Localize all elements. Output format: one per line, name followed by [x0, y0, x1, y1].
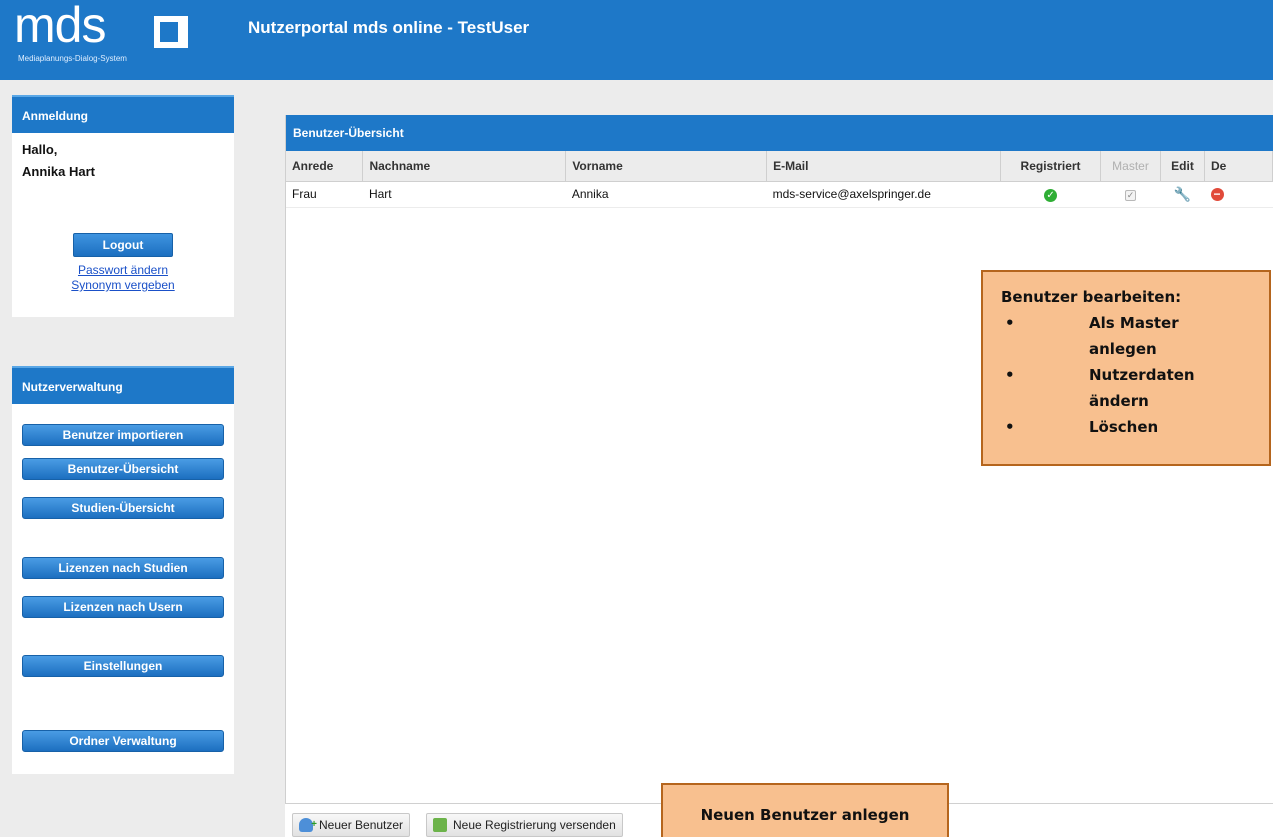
user-management-panel: Nutzerverwaltung Benutzer importieren Be…: [12, 366, 234, 774]
greeting-text: Hallo,: [22, 142, 58, 157]
nav-licenses-by-study-button[interactable]: Lizenzen nach Studien: [22, 557, 224, 579]
col-header-registriert[interactable]: Registriert: [1000, 151, 1102, 182]
check-circle-icon: ✓: [1044, 188, 1058, 202]
edit-callout-item: Löschen: [1001, 414, 1246, 440]
nav-settings-button[interactable]: Einstellungen: [22, 655, 224, 677]
table-row[interactable]: Frau Hart Annika mds-service@axelspringe…: [286, 181, 1273, 208]
send-registration-button[interactable]: Neue Registrierung versenden: [426, 813, 623, 837]
new-user-label: Neuer Benutzer: [319, 818, 404, 832]
col-header-vorname[interactable]: Vorname: [565, 151, 768, 182]
cell-delete: −: [1204, 181, 1273, 208]
user-management-heading: Nutzerverwaltung: [12, 366, 234, 404]
cell-master: ✓: [1100, 181, 1161, 208]
cell-edit: 🔧: [1160, 181, 1205, 208]
edit-callout-item: Nutzerdaten ändern: [1001, 362, 1246, 414]
send-registration-label: Neue Registrierung versenden: [453, 818, 616, 832]
nav-licenses-by-user-button[interactable]: Lizenzen nach Usern: [22, 596, 224, 618]
logo-mark-icon: [154, 16, 188, 48]
cell-vorname: Annika: [565, 181, 767, 208]
cell-anrede: Frau: [286, 181, 363, 208]
app-header: mds Mediaplanungs-Dialog-System Nutzerpo…: [0, 0, 1273, 80]
logout-button[interactable]: Logout: [73, 233, 173, 257]
mail-send-icon: [433, 818, 447, 832]
edit-user-callout: Benutzer bearbeiten: Als Master anlegen …: [981, 270, 1271, 466]
col-header-delete: De: [1204, 151, 1273, 182]
user-overview-panel: Benutzer-Übersicht Anrede Nachname Vorna…: [285, 115, 1273, 837]
edit-callout-item: Als Master anlegen: [1001, 310, 1246, 362]
cell-registriert: ✓: [1000, 181, 1101, 208]
user-overview-heading: Benutzer-Übersicht: [286, 115, 1273, 151]
nav-user-overview-button[interactable]: Benutzer-Übersicht: [22, 458, 224, 480]
master-checkbox-icon[interactable]: ✓: [1125, 190, 1137, 201]
nav-folder-management-button[interactable]: Ordner Verwaltung: [22, 730, 224, 752]
cell-nachname: Hart: [362, 181, 566, 208]
login-panel-heading: Anmeldung: [12, 95, 234, 133]
mds-logo: mds Mediaplanungs-Dialog-System: [12, 0, 202, 64]
login-panel: Anmeldung Hallo, Annika Hart Logout Pass…: [12, 95, 234, 317]
user-table: Anrede Nachname Vorname E-Mail Registrie…: [286, 151, 1273, 208]
logo-subtitle: Mediaplanungs-Dialog-System: [18, 54, 127, 63]
col-header-edit: Edit: [1160, 151, 1205, 182]
edit-callout-title: Benutzer bearbeiten:: [1001, 288, 1182, 306]
add-user-icon: [299, 814, 317, 836]
edit-callout-list: Als Master anlegen Nutzerdaten ändern Lö…: [1001, 310, 1269, 440]
col-header-nachname[interactable]: Nachname: [362, 151, 567, 182]
user-name: Annika Hart: [22, 164, 95, 179]
nav-study-overview-button[interactable]: Studien-Übersicht: [22, 497, 224, 519]
wrench-icon[interactable]: 🔧: [1174, 186, 1191, 202]
table-header-row: Anrede Nachname Vorname E-Mail Registrie…: [286, 151, 1273, 182]
delete-circle-icon[interactable]: −: [1210, 188, 1224, 201]
logo-text: mds: [14, 0, 106, 53]
cell-email: mds-service@axelspringer.de: [766, 181, 1001, 208]
new-user-button[interactable]: Neuer Benutzer: [292, 813, 411, 837]
nav-import-users-button[interactable]: Benutzer importieren: [22, 424, 224, 446]
greeting-block: Hallo, Annika Hart: [12, 133, 234, 183]
col-header-master: Master: [1100, 151, 1162, 182]
col-header-email[interactable]: E-Mail: [766, 151, 1002, 182]
col-header-anrede[interactable]: Anrede: [286, 151, 364, 182]
new-user-callout: Neuen Benutzer anlegen: [661, 783, 949, 837]
change-password-link[interactable]: Passwort ändern: [12, 263, 234, 278]
synonym-link[interactable]: Synonym vergeben: [12, 278, 234, 293]
page-title: Nutzerportal mds online - TestUser: [248, 18, 530, 37]
